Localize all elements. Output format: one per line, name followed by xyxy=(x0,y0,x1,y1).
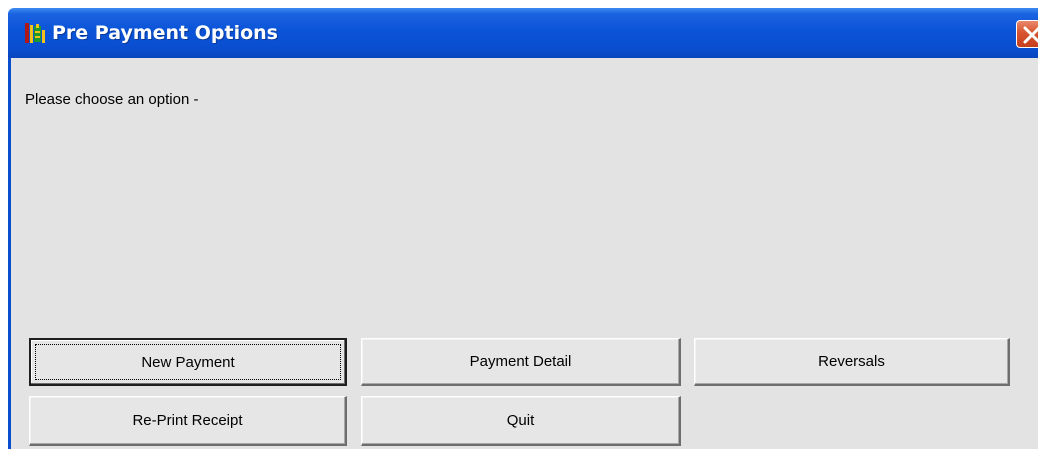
close-button[interactable] xyxy=(1016,20,1038,48)
quit-label: Quit xyxy=(506,412,535,429)
new-payment-button[interactable]: New Payment xyxy=(29,338,347,386)
quit-button[interactable]: Quit xyxy=(361,396,681,446)
close-icon xyxy=(1023,26,1038,44)
app-logo-icon xyxy=(24,22,46,44)
pre-payment-options-window: Pre Payment Options Please choose an opt… xyxy=(0,0,1038,449)
payment-detail-label: Payment Detail xyxy=(469,353,572,370)
reprint-receipt-label: Re-Print Receipt xyxy=(132,412,243,429)
payment-detail-button[interactable]: Payment Detail xyxy=(361,338,681,386)
reversals-label: Reversals xyxy=(818,353,885,370)
dialog-body: Please choose an option - New Payment Pa… xyxy=(8,58,1038,449)
prompt-text: Please choose an option - xyxy=(25,91,199,108)
reprint-receipt-button[interactable]: Re-Print Receipt xyxy=(29,396,347,446)
title-bar[interactable]: Pre Payment Options xyxy=(8,8,1038,58)
reversals-button[interactable]: Reversals xyxy=(694,338,1010,386)
window-title: Pre Payment Options xyxy=(52,22,278,44)
new-payment-label: New Payment xyxy=(141,353,235,371)
